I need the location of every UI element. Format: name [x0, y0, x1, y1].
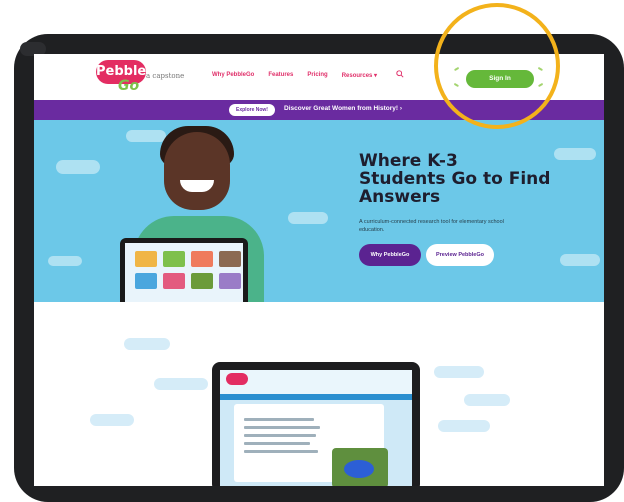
- cloud-decoration: [154, 378, 208, 390]
- partner-brand: a capstone: [146, 72, 185, 80]
- cloud-decoration: [464, 394, 510, 406]
- preview-pebblego-button[interactable]: Preview PebbleGo: [426, 244, 494, 266]
- pebblego-tablet-preview: [120, 238, 248, 302]
- hero-title-line: Where K-3: [359, 151, 458, 171]
- cloud-decoration: [90, 414, 134, 426]
- product-preview-section: [34, 302, 604, 486]
- nav-why-pebblego[interactable]: Why PebbleGo: [212, 72, 254, 79]
- cloud-decoration: [560, 254, 600, 266]
- cloud-decoration: [124, 338, 170, 350]
- hero-subtitle: A curriculum-connected research tool for…: [359, 219, 504, 233]
- cloud-decoration: [554, 148, 596, 160]
- explore-now-button[interactable]: Explore Now!: [229, 104, 275, 116]
- student-photo: [164, 132, 230, 210]
- nav-features[interactable]: Features: [268, 72, 293, 79]
- nav-pricing[interactable]: Pricing: [307, 72, 327, 79]
- cloud-decoration: [56, 160, 100, 174]
- hero-section: Where K-3 Students Go to Find Answers A …: [34, 120, 604, 302]
- main-nav: Why PebbleGo Features Pricing Resources …: [212, 72, 377, 79]
- hero-title-line: Answers: [359, 187, 441, 207]
- frog-photo: [332, 448, 388, 486]
- cloud-decoration: [288, 212, 328, 224]
- pebblego-logo-small: [226, 373, 248, 385]
- banner-message-link[interactable]: Discover Great Women from History! ›: [284, 105, 402, 112]
- nav-resources[interactable]: Resources ▾: [342, 72, 377, 79]
- cloud-decoration: [438, 420, 490, 432]
- hero-title-line: Students Go to Find: [359, 169, 551, 189]
- highlight-circle: [434, 3, 560, 129]
- cloud-decoration: [126, 130, 166, 142]
- logo-go-text: Go: [118, 78, 140, 94]
- pebblego-logo[interactable]: Pebble Go: [96, 60, 146, 94]
- hero-title: Where K-3 Students Go to Find Answers: [359, 151, 551, 207]
- search-icon[interactable]: [396, 70, 404, 78]
- laptop-preview-image: [212, 362, 420, 486]
- cloud-decoration: [48, 256, 82, 266]
- cloud-decoration: [434, 366, 484, 378]
- why-pebblego-button[interactable]: Why PebbleGo: [359, 244, 421, 266]
